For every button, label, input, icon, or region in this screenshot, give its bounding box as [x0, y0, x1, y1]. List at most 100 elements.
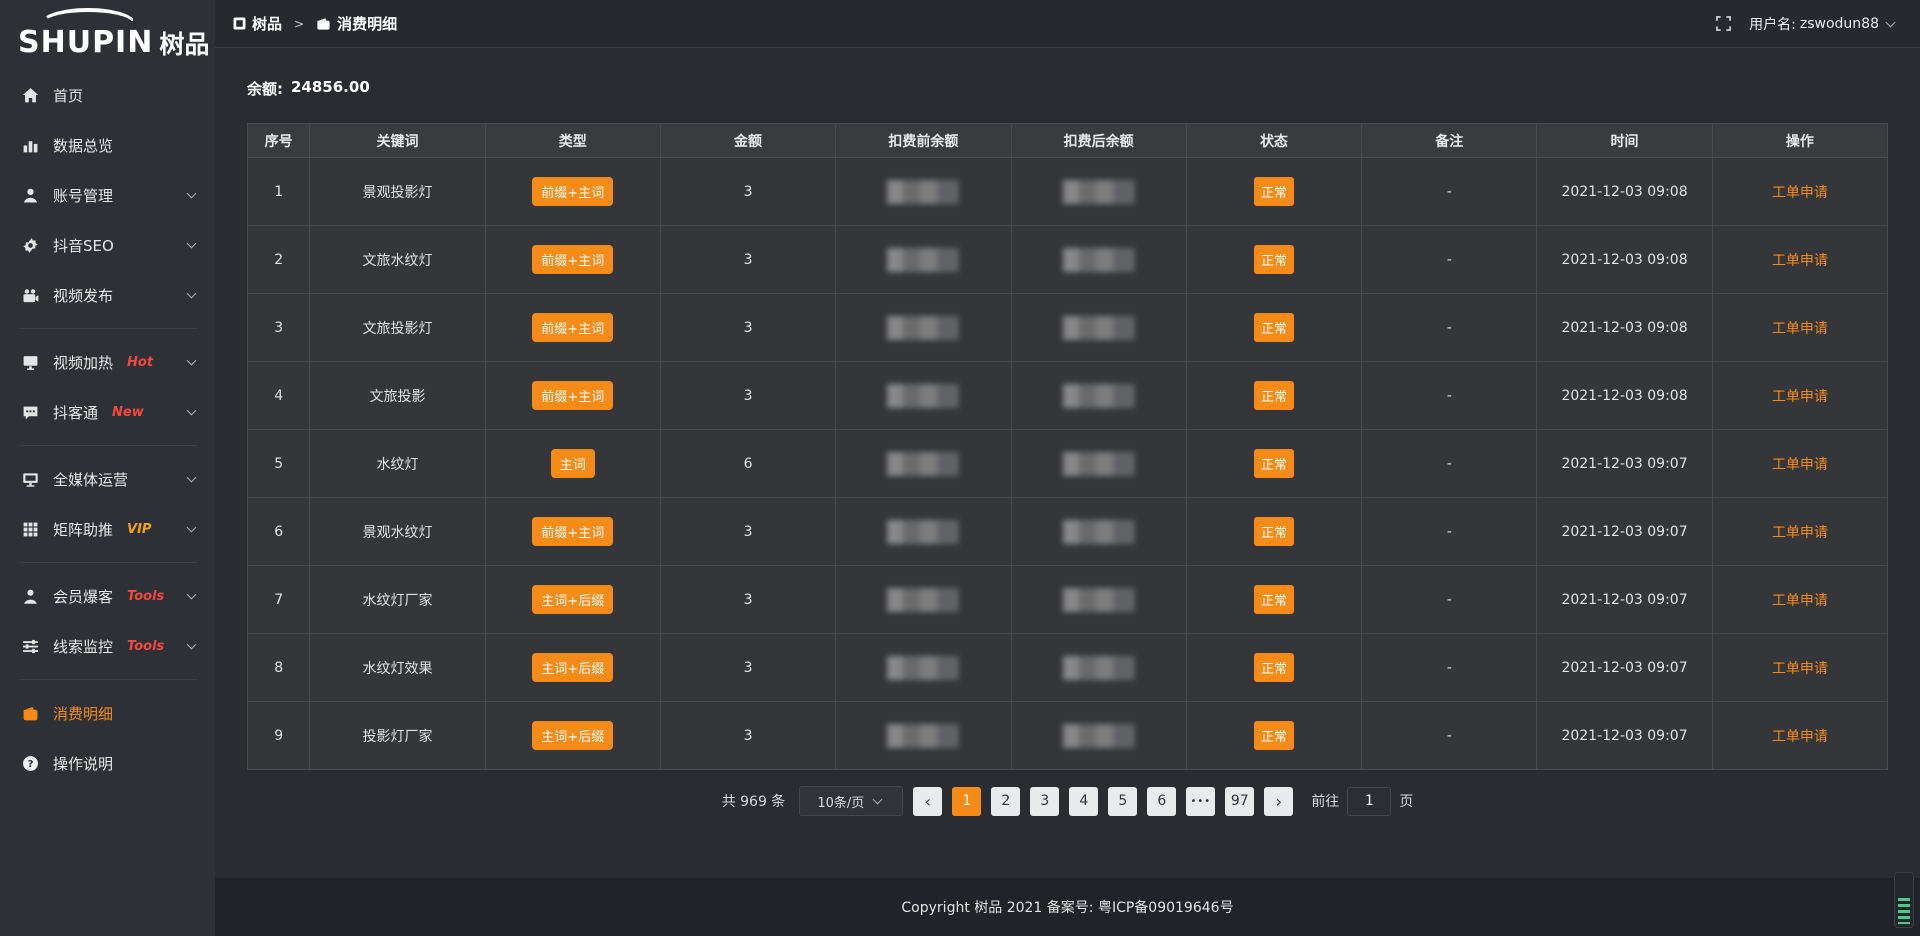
type-badge: 前缀+主词: [532, 381, 613, 410]
cell-remark: -: [1362, 158, 1537, 226]
cell-keyword: 景观水纹灯: [310, 498, 485, 566]
sidebar-item-label: 会员爆客: [53, 586, 113, 607]
sidebar-item-consumption-detail[interactable]: 消费明细: [0, 688, 215, 738]
chat-icon: [22, 404, 39, 421]
breadcrumb-separator: >: [294, 17, 304, 31]
goto-page-input[interactable]: [1347, 787, 1391, 816]
masked-pre-balance: [887, 180, 959, 204]
ticket-apply-link[interactable]: 工单申请: [1772, 253, 1828, 269]
cell-index: 8: [248, 634, 310, 702]
sidebar-item-video-publish[interactable]: 视频发布: [0, 270, 215, 320]
fullscreen-icon[interactable]: [1716, 16, 1731, 31]
page-button-3[interactable]: 3: [1030, 787, 1059, 816]
cell-remark: -: [1362, 566, 1537, 634]
user-menu[interactable]: 用户名: zswodun88: [1749, 14, 1898, 34]
col-header-remark: 备注: [1362, 124, 1537, 158]
cell-remark: -: [1362, 430, 1537, 498]
balance-label: 余额:: [247, 78, 283, 99]
page-button-1[interactable]: 1: [952, 787, 981, 816]
logo-arc: [40, 8, 136, 24]
page-button-4[interactable]: 4: [1069, 787, 1098, 816]
question-icon: ?: [22, 755, 39, 772]
chevron-down-icon: [187, 406, 197, 416]
ticket-apply-link[interactable]: 工单申请: [1772, 457, 1828, 473]
cell-remark: -: [1362, 294, 1537, 362]
sidebar-item-label: 首页: [53, 85, 83, 106]
page-button-97[interactable]: 97: [1225, 787, 1254, 816]
logo-text-cn: 树品: [159, 32, 209, 58]
balance-value: 24856.00: [291, 78, 370, 99]
sidebar-item-matrix-boost[interactable]: 矩阵助推 VIP: [0, 504, 215, 554]
masked-pre-balance: [887, 384, 959, 408]
username-value: zswodun88: [1800, 16, 1879, 32]
table-header-row: 序号 关键词 类型 金额 扣费前余额 扣费后余额 状态 备注 时间 操作: [248, 124, 1888, 158]
status-badge: 正常: [1254, 177, 1294, 206]
menu-divider: [20, 679, 197, 680]
masked-post-balance: [1063, 724, 1135, 748]
ticket-apply-link[interactable]: 工单申请: [1772, 525, 1828, 541]
sidebar-item-all-media[interactable]: 全媒体运营: [0, 454, 215, 504]
page-button-6[interactable]: 6: [1147, 787, 1176, 816]
col-header-index: 序号: [248, 124, 310, 158]
sidebar-item-label: 消费明细: [53, 703, 113, 724]
app-mini-icon: [233, 17, 246, 30]
breadcrumb-current[interactable]: 消费明细: [316, 13, 397, 34]
browser-extension-widget[interactable]: [1894, 872, 1914, 928]
more-pages-button[interactable]: •••: [1186, 787, 1215, 816]
ticket-apply-link[interactable]: 工单申请: [1772, 593, 1828, 609]
gear-icon: [22, 237, 39, 254]
table-row: 1 景观投影灯 前缀+主词 3 正常 - 2021-12-03 09:08 工单…: [248, 158, 1888, 226]
col-header-amount: 金额: [660, 124, 835, 158]
ticket-apply-link[interactable]: 工单申请: [1772, 729, 1828, 745]
sidebar-item-video-heat[interactable]: 视频加热 Hot: [0, 337, 215, 387]
masked-pre-balance: [887, 248, 959, 272]
username-label: 用户名:: [1749, 14, 1796, 34]
sidebar-item-data-overview[interactable]: 数据总览: [0, 120, 215, 170]
sidebar-item-member-burst[interactable]: 会员爆客 Tools: [0, 571, 215, 621]
status-badge: 正常: [1254, 245, 1294, 274]
cell-index: 3: [248, 294, 310, 362]
footer-bar: Copyright 树品 2021 备案号: 粤ICP备09019646号: [215, 878, 1920, 936]
breadcrumb-home[interactable]: 树品: [233, 13, 282, 34]
masked-post-balance: [1063, 316, 1135, 340]
chevron-down-icon: [187, 473, 197, 483]
type-badge: 前缀+主词: [532, 517, 613, 546]
table-row: 8 水纹灯效果 主词+后缀 3 正常 - 2021-12-03 09:07 工单…: [248, 634, 1888, 702]
monitor-icon: [22, 471, 39, 488]
app-logo: SHUPIN 树品: [0, 0, 215, 62]
ticket-apply-link[interactable]: 工单申请: [1772, 389, 1828, 405]
sidebar-item-douyin-seo[interactable]: 抖音SEO: [0, 220, 215, 270]
widget-stripes-icon: [1898, 898, 1910, 924]
chevron-down-icon: [187, 289, 197, 299]
page-size-select[interactable]: 10条/页: [799, 786, 903, 816]
col-header-keyword: 关键词: [310, 124, 485, 158]
sidebar: SHUPIN 树品 首页 数据总览 账号管理 抖音SEO: [0, 0, 215, 936]
table-row: 4 文旅投影 前缀+主词 3 正常 - 2021-12-03 09:08 工单申…: [248, 362, 1888, 430]
page-button-5[interactable]: 5: [1108, 787, 1137, 816]
ticket-apply-link[interactable]: 工单申请: [1772, 321, 1828, 337]
chevron-down-icon: [1886, 17, 1896, 27]
ticket-apply-link[interactable]: 工单申请: [1772, 185, 1828, 201]
bar-chart-icon: [22, 137, 39, 154]
sidebar-item-home[interactable]: 首页: [0, 70, 215, 120]
main-area: 树品 > 消费明细 用户名: zswodun88: [215, 0, 1920, 936]
sidebar-item-account-manage[interactable]: 账号管理: [0, 170, 215, 220]
sidebar-item-label: 视频加热: [53, 352, 113, 373]
table-row: 9 投影灯厂家 主词+后缀 3 正常 - 2021-12-03 09:07 工单…: [248, 702, 1888, 770]
balance-display: 余额: 24856.00: [247, 78, 1888, 99]
sidebar-item-instructions[interactable]: ? 操作说明: [0, 738, 215, 788]
cell-amount: 3: [660, 498, 835, 566]
vip-badge: VIP: [127, 522, 151, 537]
page-button-2[interactable]: 2: [991, 787, 1020, 816]
cell-index: 2: [248, 226, 310, 294]
ticket-apply-link[interactable]: 工单申请: [1772, 661, 1828, 677]
menu-divider: [20, 445, 197, 446]
prev-page-button[interactable]: ‹: [913, 787, 942, 816]
sidebar-item-lead-monitor[interactable]: 线索监控 Tools: [0, 621, 215, 671]
next-page-button[interactable]: ›: [1264, 787, 1293, 816]
cell-amount: 3: [660, 702, 835, 770]
sliders-icon: [22, 638, 39, 655]
pagination-bar: 共 969 条 10条/页 ‹ 1 2 3 4 5 6 ••• 97 › 前往 …: [247, 786, 1888, 816]
sidebar-item-doketong[interactable]: 抖客通 New: [0, 387, 215, 437]
cell-keyword: 水纹灯: [310, 430, 485, 498]
